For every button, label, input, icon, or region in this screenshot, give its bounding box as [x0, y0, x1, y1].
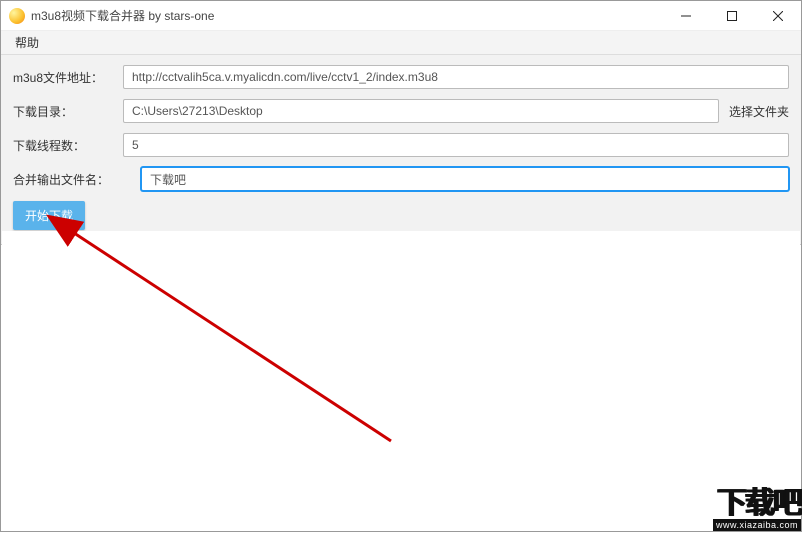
- title-bar: m3u8视频下载合并器 by stars-one: [1, 1, 801, 31]
- form-panel: m3u8文件地址： 下载目录： 选择文件夹 下载线程数： 合并输出文件名： 开始…: [1, 55, 801, 245]
- row-threads: 下载线程数：: [13, 133, 789, 157]
- watermark: 下载吧 www.xiazaiba.com: [681, 490, 801, 531]
- input-url[interactable]: [123, 65, 789, 89]
- menu-bar: 帮助: [1, 31, 801, 55]
- row-actions: 开始下载: [13, 201, 789, 230]
- close-button[interactable]: [755, 1, 801, 30]
- input-output[interactable]: [141, 167, 789, 191]
- label-threads: 下载线程数：: [13, 137, 123, 154]
- row-dir: 下载目录： 选择文件夹: [13, 99, 789, 123]
- menu-help[interactable]: 帮助: [7, 32, 47, 53]
- row-output: 合并输出文件名：: [13, 167, 789, 191]
- row-url: m3u8文件地址：: [13, 65, 789, 89]
- maximize-button[interactable]: [709, 1, 755, 30]
- minimize-button[interactable]: [663, 1, 709, 30]
- start-download-button[interactable]: 开始下载: [13, 201, 85, 230]
- app-icon: [9, 8, 25, 24]
- watermark-text: 下载吧: [681, 490, 801, 517]
- label-url: m3u8文件地址：: [13, 69, 123, 86]
- label-dir: 下载目录：: [13, 103, 123, 120]
- window-controls: [663, 1, 801, 30]
- output-area: [2, 231, 800, 530]
- watermark-url: www.xiazaiba.com: [713, 519, 801, 531]
- window-title: m3u8视频下载合并器 by stars-one: [31, 7, 663, 24]
- choose-folder-link[interactable]: 选择文件夹: [729, 103, 789, 120]
- label-output: 合并输出文件名：: [13, 171, 141, 188]
- input-threads[interactable]: [123, 133, 789, 157]
- input-dir[interactable]: [123, 99, 719, 123]
